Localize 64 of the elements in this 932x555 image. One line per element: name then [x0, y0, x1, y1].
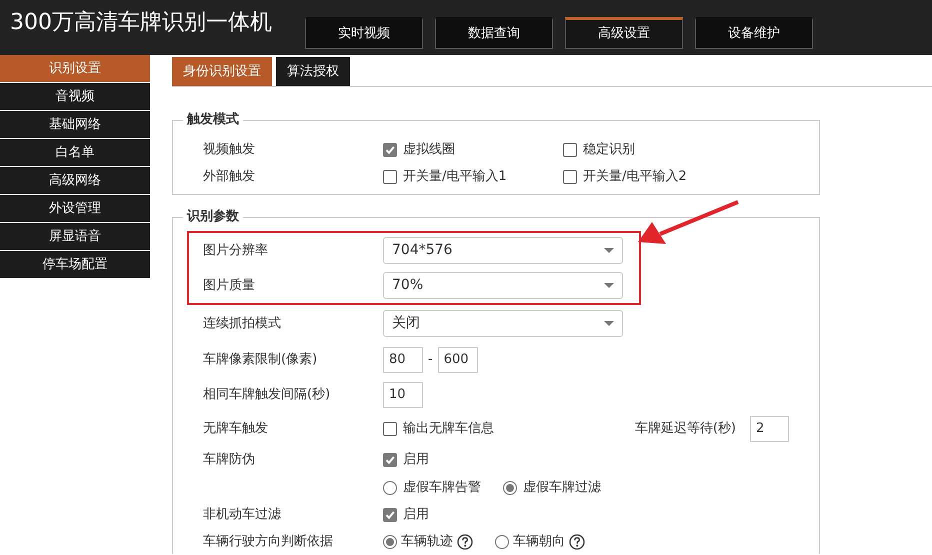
checkbox-label: 启用	[403, 506, 429, 524]
checkbox[interactable]	[383, 170, 397, 184]
field-label: 图片质量	[203, 276, 256, 295]
section-legend: 识别参数	[183, 209, 243, 225]
sidebar-item[interactable]: 音视频	[0, 83, 150, 110]
nav-tab[interactable]: 高级设置	[565, 17, 683, 49]
radio-button[interactable]	[383, 481, 397, 495]
radio-button[interactable]	[495, 535, 509, 549]
sidebar-item[interactable]: 白名单	[0, 139, 150, 166]
checkbox[interactable]	[383, 453, 397, 467]
radio-button[interactable]	[383, 535, 397, 549]
checkbox-label: 开关量/电平输入2	[583, 168, 687, 186]
radio-label: 虚假车牌告警	[403, 479, 481, 498]
tab[interactable]: 算法授权	[276, 57, 350, 86]
input-field[interactable]: 600	[438, 347, 478, 373]
caret-icon	[604, 248, 614, 254]
tab[interactable]: 身份识别设置	[172, 57, 272, 86]
field-label: 非机动车过滤	[203, 506, 282, 524]
checkbox[interactable]	[383, 422, 397, 436]
checkbox-label: 输出无牌车信息	[403, 420, 494, 438]
field-label: 车牌防伪	[203, 451, 256, 470]
checkbox-label: 开关量/电平输入1	[403, 168, 507, 186]
checkbox-label: 稳定识别	[583, 140, 635, 159]
field-label: 无牌车触发	[203, 420, 269, 438]
range-separator: -	[428, 351, 433, 370]
field-label: 图片分辨率	[203, 242, 269, 260]
dropdown[interactable]: 704*576	[383, 237, 623, 264]
app-title: 300万高清车牌识别一体机	[10, 12, 273, 34]
field-label: 车辆行驶方向判断依据	[203, 533, 334, 552]
input-field[interactable]: 10	[383, 382, 423, 408]
checkbox-label: 启用	[403, 451, 429, 470]
checkbox[interactable]	[563, 170, 577, 184]
checkbox[interactable]	[563, 142, 577, 156]
field-label: 视频触发	[203, 140, 256, 159]
field-label: 外部触发	[203, 168, 256, 186]
sidebar-item[interactable]: 基础网络	[0, 111, 150, 138]
caret-icon	[604, 320, 614, 326]
checkbox-label: 虚拟线圈	[403, 140, 455, 159]
radio-label: 车辆轨迹	[401, 533, 453, 552]
nav-tab[interactable]: 数据查询	[435, 17, 553, 49]
field-label: 车牌延迟等待(秒)	[634, 420, 736, 438]
sidebar-item[interactable]: 外设管理	[0, 195, 150, 222]
sidebar-item[interactable]: 识别设置	[0, 55, 150, 82]
section-legend: 触发模式	[183, 112, 243, 128]
input-field[interactable]: 2	[750, 416, 789, 442]
checkbox[interactable]	[383, 142, 397, 156]
radio-label: 车辆朝向	[513, 533, 565, 552]
dropdown[interactable]: 70%	[383, 272, 623, 299]
dropdown[interactable]: 关闭	[383, 310, 623, 337]
input-field[interactable]: 80	[383, 347, 423, 373]
field-label: 车牌像素限制(像素)	[203, 351, 318, 370]
help-icon[interactable]	[457, 534, 473, 550]
radio-label: 虚假车牌过滤	[523, 479, 601, 498]
sidebar-item[interactable]: 屏显语音	[0, 223, 150, 250]
sidebar-item[interactable]: 停车场配置	[0, 251, 150, 278]
nav-tab[interactable]: 设备维护	[695, 17, 813, 49]
sidebar-item[interactable]: 高级网络	[0, 167, 150, 194]
checkbox[interactable]	[383, 508, 397, 522]
radio-button[interactable]	[503, 481, 517, 495]
help-icon[interactable]	[569, 534, 585, 550]
nav-tab[interactable]: 实时视频	[305, 17, 423, 49]
field-label: 相同车牌触发间隔(秒)	[203, 386, 332, 404]
caret-icon	[604, 282, 614, 288]
field-label: 连续抓拍模式	[203, 314, 282, 333]
